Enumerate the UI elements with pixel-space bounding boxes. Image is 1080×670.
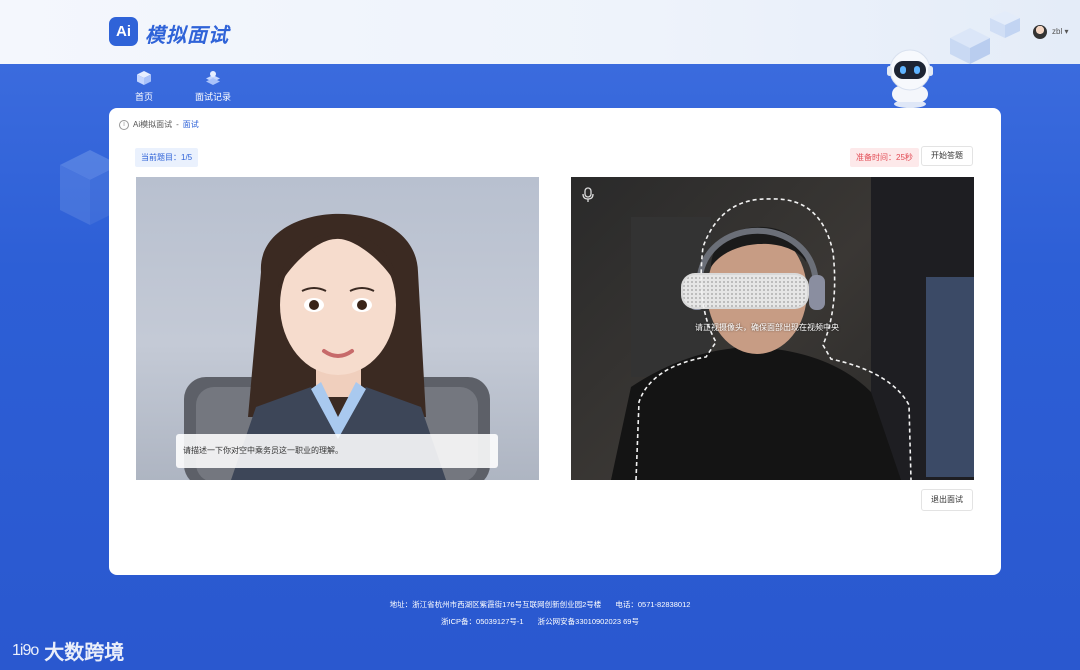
breadcrumb: i Ai模拟面试 - 面试 <box>119 119 199 130</box>
footer-icp[interactable]: 浙ICP备：05039127号-1 <box>441 617 524 626</box>
nav-home-label: 首页 <box>134 92 153 102</box>
interviewer-video: 请描述一下你对空中乘务员这一职业的理解。 <box>136 177 539 480</box>
info-icon: i <box>119 119 129 130</box>
chevron-down-icon: ▾ <box>1064 27 1069 36</box>
watermark-logo: 1i9o <box>12 641 39 659</box>
start-answer-button[interactable]: 开始答题 <box>921 146 973 166</box>
footer-police[interactable]: 浙公网安备33010902023 69号 <box>538 617 639 626</box>
logo-badge: Ai <box>109 17 138 46</box>
candidate-camera-video: 请正视摄像头，确保面部出现在视频中央 <box>571 177 974 480</box>
username: zbl <box>1052 27 1063 36</box>
interview-card: i Ai模拟面试 - 面试 当前题目：1/5 准备时间：25秒 开始答题 请描述… <box>109 108 1001 575</box>
footer-contact: 地址：浙江省杭州市西湖区紫霞街176号互联网创新创业园2号楼 电话：0571-8… <box>0 599 1080 610</box>
decorative-cubes <box>950 11 1020 64</box>
footer-address: 地址：浙江省杭州市西湖区紫霞街176号互联网创新创业园2号楼 <box>389 600 602 609</box>
app-title: 模拟面试 <box>145 25 229 47</box>
exit-interview-button[interactable]: 退出面试 <box>921 489 973 511</box>
prep-time-badge: 准备时间：25秒 <box>850 148 919 167</box>
camera-position-hint: 请正视摄像头，确保面部出现在视频中央 <box>695 323 839 332</box>
question-subtitle: 请描述一下你对空中乘务员这一职业的理解。 <box>176 434 498 468</box>
robot-mascot-icon <box>887 49 933 108</box>
cube-icon <box>137 71 151 85</box>
record-icon <box>206 71 220 85</box>
watermark: 1i9o 大数跨境 <box>12 636 124 665</box>
footer-licenses: 浙ICP备：05039127号-1 浙公网安备33010902023 69号 <box>0 616 1080 627</box>
user-menu[interactable]: zbl ▾ <box>1052 27 1068 36</box>
question-progress-badge: 当前题目：1/5 <box>135 148 199 167</box>
watermark-text: 大数跨境 <box>44 642 125 664</box>
user-avatar[interactable] <box>1033 25 1047 39</box>
breadcrumb-separator: - <box>176 120 179 129</box>
nav-home[interactable]: 首页 <box>114 70 174 103</box>
microphone-icon[interactable] <box>581 187 595 203</box>
breadcrumb-parent[interactable]: Ai模拟面试 <box>133 119 172 130</box>
footer-phone: 电话：0571-82838012 <box>615 600 691 609</box>
nav-records-label: 面试记录 <box>194 92 231 102</box>
breadcrumb-current: 面试 <box>182 120 199 129</box>
nav-records[interactable]: 面试记录 <box>183 70 243 103</box>
